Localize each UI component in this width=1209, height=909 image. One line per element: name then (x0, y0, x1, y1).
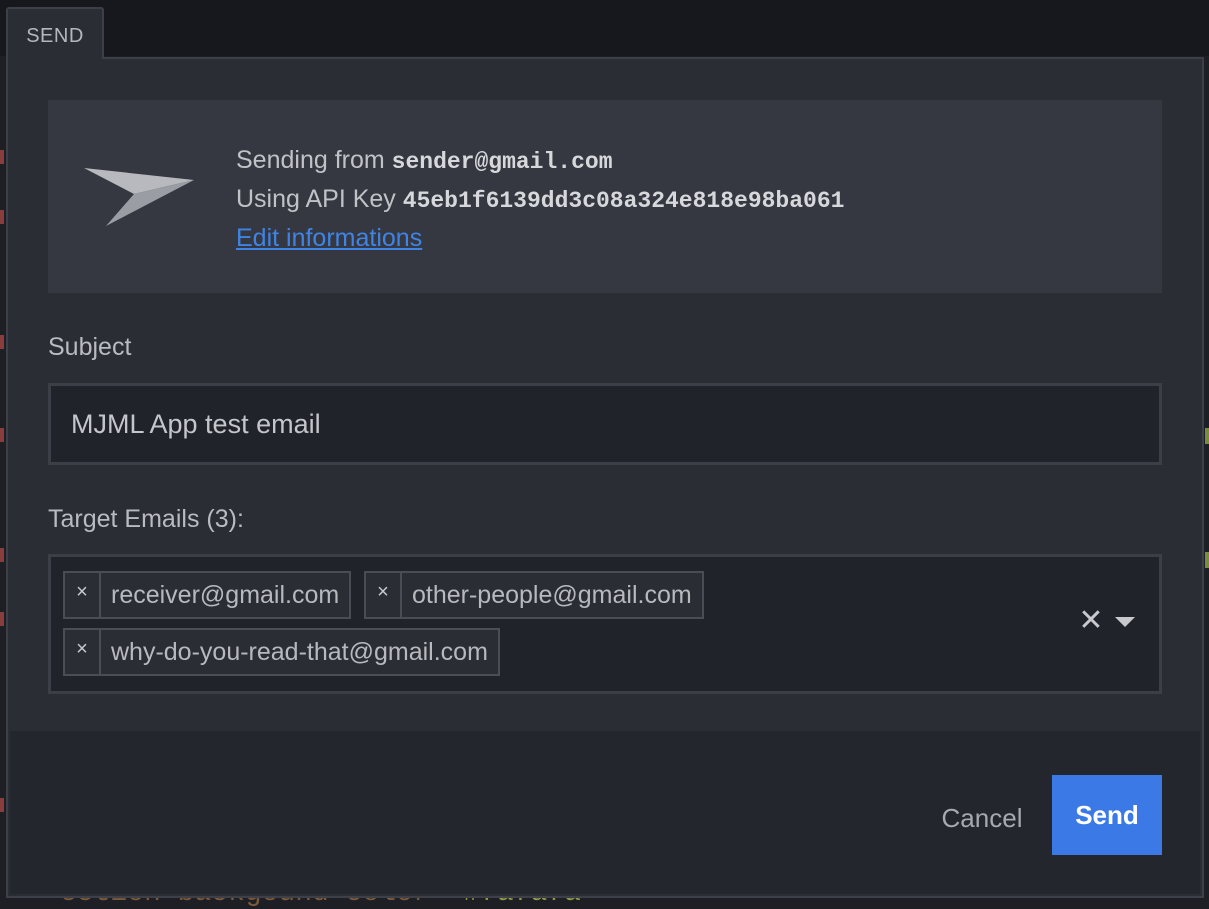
gutter-marker (1205, 552, 1209, 568)
clear-all-icon[interactable]: ✕ (1077, 606, 1105, 636)
subject-input[interactable] (48, 383, 1162, 465)
gutter-marker (0, 150, 4, 164)
gutter-marker (0, 428, 4, 442)
email-tag: × other-people@gmail.com (364, 571, 704, 619)
sender-info-text: Sending from sender@gmail.com Using API … (236, 142, 844, 257)
email-tag-label: why-do-you-read-that@gmail.com (111, 637, 488, 666)
sender-email: sender@gmail.com (391, 149, 613, 175)
target-emails-label: Target Emails (3): (48, 505, 244, 533)
send-button[interactable]: Send (1052, 775, 1162, 855)
sending-from-line: Sending from sender@gmail.com (236, 142, 844, 181)
target-emails-select[interactable]: × receiver@gmail.com × other-people@gmai… (48, 554, 1162, 694)
sending-from-label: Sending from (236, 146, 385, 174)
dropdown-arrow-icon[interactable] (1115, 617, 1135, 627)
tab-send[interactable]: SEND (6, 7, 104, 59)
edit-informations-link[interactable]: Edit informations (236, 224, 422, 252)
api-key-value: 45eb1f6139dd3c08a324e818e98ba061 (402, 188, 845, 214)
sender-info-panel: Sending from sender@gmail.com Using API … (48, 100, 1162, 293)
email-tag-label: other-people@gmail.com (412, 580, 692, 609)
editor-top-strip (0, 0, 1209, 56)
gutter-marker (0, 798, 4, 812)
remove-tag-button[interactable]: × (65, 573, 101, 617)
api-key-label: Using API Key (236, 185, 396, 213)
send-dialog: Sending from sender@gmail.com Using API … (6, 57, 1204, 898)
tab-label: SEND (26, 24, 84, 47)
remove-tag-button[interactable]: × (65, 630, 101, 674)
gutter-marker (0, 335, 4, 349)
email-tag: × receiver@gmail.com (63, 571, 352, 619)
gutter-marker (0, 210, 4, 224)
gutter-marker (0, 548, 4, 562)
subject-label: Subject (48, 333, 132, 361)
api-key-line: Using API Key 45eb1f6139dd3c08a324e818e9… (236, 181, 844, 220)
cancel-button[interactable]: Cancel (932, 779, 1032, 857)
gutter-marker (0, 612, 4, 626)
paper-plane-icon (84, 168, 194, 226)
remove-tag-button[interactable]: × (366, 573, 402, 617)
gutter-marker (1205, 428, 1209, 444)
email-tag-label: receiver@gmail.com (111, 580, 340, 609)
email-tag: × why-do-you-read-that@gmail.com (63, 628, 500, 676)
